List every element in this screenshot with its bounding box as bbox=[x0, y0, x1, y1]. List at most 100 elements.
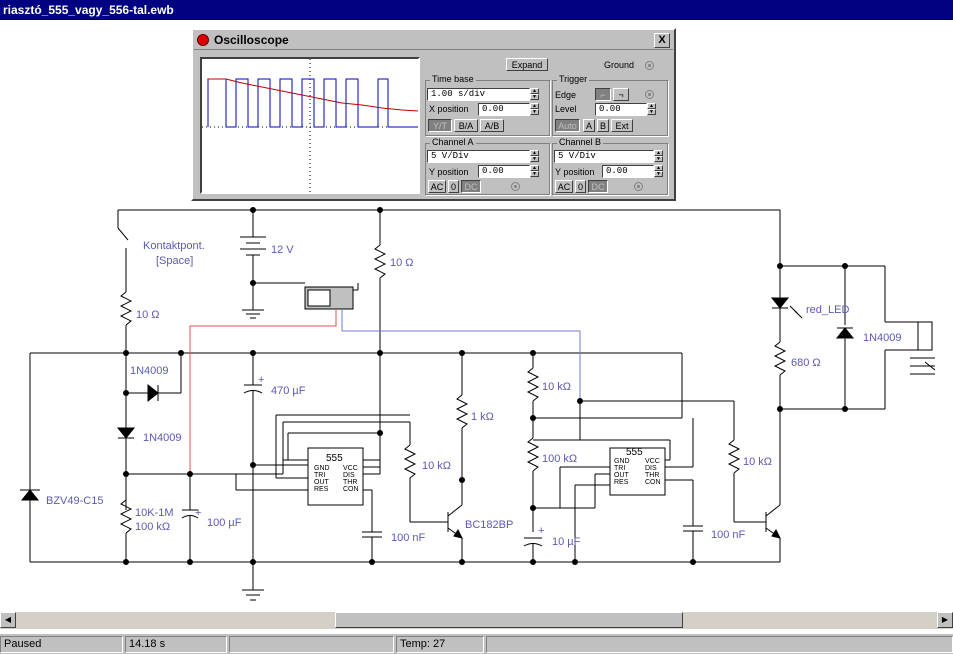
cap-plus: + bbox=[195, 507, 201, 519]
channel-a-scale-spinner[interactable]: ▲ ▼ bbox=[530, 150, 539, 163]
resistor-label: 10 kΩ bbox=[422, 460, 451, 472]
capacitor-label: 100 µF bbox=[207, 517, 242, 529]
resistor-label: 100 kΩ bbox=[542, 453, 577, 465]
ic-pin: DIS bbox=[645, 465, 657, 472]
ic-pin: GND bbox=[314, 465, 330, 472]
ground-terminal[interactable] bbox=[645, 61, 654, 70]
level-field[interactable]: 0.00 bbox=[595, 103, 647, 116]
capacitor-label: 100 nF bbox=[391, 532, 426, 544]
ic-pin: VCC bbox=[645, 458, 660, 465]
edge-label: Edge bbox=[555, 90, 577, 100]
capacitor-label: 100 nF bbox=[711, 529, 746, 541]
rising-edge-icon[interactable]: ⌐ bbox=[595, 88, 611, 101]
channel-a-ypos-field[interactable]: 0.00 bbox=[478, 165, 530, 178]
scroll-left-button[interactable]: ◀ bbox=[0, 612, 16, 628]
channel-b-dc-button[interactable]: DC bbox=[588, 180, 608, 193]
ic-pin: CON bbox=[645, 479, 661, 486]
led-label: red_LED bbox=[806, 304, 849, 316]
scroll-right-button[interactable]: ▶ bbox=[937, 612, 953, 628]
horizontal-scrollbar[interactable]: ◀ ▶ bbox=[0, 612, 953, 629]
status-bar: Paused 14.18 s Temp: 27 bbox=[0, 633, 953, 654]
channel-a-zero-button[interactable]: 0 bbox=[448, 180, 459, 193]
ic-pin: CON bbox=[343, 486, 359, 493]
diode-label: 1N4009 bbox=[143, 432, 182, 444]
cap-plus: + bbox=[258, 374, 264, 386]
diode-label: 1N4009 bbox=[130, 365, 169, 377]
resistor-label: 10 Ω bbox=[390, 257, 414, 269]
ic-pin: GND bbox=[614, 458, 630, 465]
pot-label: 100 kΩ bbox=[135, 521, 170, 533]
trigger-b-button[interactable]: B bbox=[597, 119, 609, 132]
ic-pin: OUT bbox=[314, 479, 330, 486]
channel-a-dc-button[interactable]: DC bbox=[461, 180, 481, 193]
ic-label: 555 bbox=[626, 447, 643, 458]
diode-label: 1N4009 bbox=[863, 332, 902, 344]
yt-mode-button[interactable]: Y/T bbox=[428, 119, 452, 132]
trigger-label: Trigger bbox=[557, 74, 590, 84]
oscilloscope-app-icon bbox=[197, 34, 209, 46]
status-extra bbox=[486, 636, 953, 653]
status-temp: Temp: 27 bbox=[396, 636, 484, 653]
ba-mode-button[interactable]: B/A bbox=[454, 119, 478, 132]
trigger-terminal[interactable] bbox=[645, 90, 654, 99]
resistor-label: 10 kΩ bbox=[743, 456, 772, 468]
channel-b-ypos-spinner[interactable]: ▲ ▼ bbox=[654, 165, 663, 178]
resistor-label: 10 Ω bbox=[136, 309, 160, 321]
channel-b-terminal[interactable] bbox=[634, 182, 643, 191]
channel-a-ypos-spinner[interactable]: ▲ ▼ bbox=[530, 165, 539, 178]
ic-pin: THR bbox=[645, 472, 659, 479]
channel-b-ypos-label: Y position bbox=[555, 167, 595, 177]
resistor-label: 680 Ω bbox=[791, 357, 821, 369]
oscilloscope-screen bbox=[200, 57, 420, 194]
level-label: Level bbox=[555, 104, 577, 114]
ic-pin: TRI bbox=[614, 465, 625, 472]
channel-a-ypos-label: Y position bbox=[429, 167, 469, 177]
waveform-display bbox=[202, 59, 419, 192]
ic-pin: RES bbox=[314, 486, 329, 493]
ground-label: Ground bbox=[604, 60, 635, 70]
timebase-spinner[interactable]: ▲ ▼ bbox=[530, 88, 539, 101]
channel-b-zero-button[interactable]: 0 bbox=[575, 180, 586, 193]
xposition-label: X position bbox=[429, 104, 469, 114]
trigger-ext-button[interactable]: Ext bbox=[611, 119, 633, 132]
oscilloscope-title: Oscilloscope bbox=[214, 33, 289, 47]
expand-button[interactable]: Expand bbox=[506, 58, 548, 71]
channel-a-label: Channel A bbox=[430, 137, 476, 147]
trigger-a-button[interactable]: A bbox=[583, 119, 595, 132]
xposition-field[interactable]: 0.00 bbox=[478, 103, 530, 116]
zener-label: BZV49-C15 bbox=[46, 495, 103, 507]
close-button[interactable]: X bbox=[654, 33, 670, 48]
timebase-label: Time base bbox=[430, 74, 476, 84]
transistor-label: BC182BP bbox=[465, 519, 513, 531]
ic-pin: THR bbox=[343, 479, 357, 486]
oscilloscope-window[interactable]: Oscilloscope X Expand Ground Time base 1… bbox=[191, 28, 676, 201]
switch-key-label: [Space] bbox=[156, 255, 193, 267]
battery-label: 12 V bbox=[271, 244, 294, 256]
ic-pin: RES bbox=[614, 479, 629, 486]
channel-a-ac-button[interactable]: AC bbox=[428, 180, 446, 193]
channel-b-ac-button[interactable]: AC bbox=[555, 180, 573, 193]
oscilloscope-titlebar[interactable]: Oscilloscope X bbox=[194, 31, 673, 50]
status-state: Paused bbox=[0, 636, 123, 653]
channel-a-scale-field[interactable]: 5 V/Div bbox=[427, 150, 530, 163]
status-empty bbox=[229, 636, 394, 653]
ic-label: 555 bbox=[326, 453, 343, 464]
timebase-field[interactable]: 1.00 s/div bbox=[427, 88, 530, 101]
channel-a-terminal[interactable] bbox=[511, 182, 520, 191]
channel-b-ypos-field[interactable]: 0.00 bbox=[602, 165, 654, 178]
xposition-spinner[interactable]: ▲ ▼ bbox=[530, 103, 539, 116]
window-title: riasztó_555_vagy_556-tal.ewb bbox=[0, 0, 953, 20]
ab-mode-button[interactable]: A/B bbox=[480, 119, 504, 132]
status-time: 14.18 s bbox=[125, 636, 227, 653]
cap-plus: + bbox=[538, 525, 544, 537]
auto-trigger-button[interactable]: Auto bbox=[555, 119, 580, 132]
ic-pin: OUT bbox=[614, 472, 630, 479]
resistor-label: 10 kΩ bbox=[542, 381, 571, 393]
channel-b-scale-field[interactable]: 5 V/Div bbox=[554, 150, 654, 163]
falling-edge-icon[interactable]: ¬ bbox=[613, 88, 629, 101]
pot-label: 10K-1M bbox=[135, 507, 174, 519]
level-spinner[interactable]: ▲ ▼ bbox=[647, 103, 656, 116]
scroll-thumb[interactable] bbox=[335, 612, 683, 628]
channel-b-scale-spinner[interactable]: ▲ ▼ bbox=[654, 150, 663, 163]
capacitor-label: 470 µF bbox=[271, 385, 306, 397]
